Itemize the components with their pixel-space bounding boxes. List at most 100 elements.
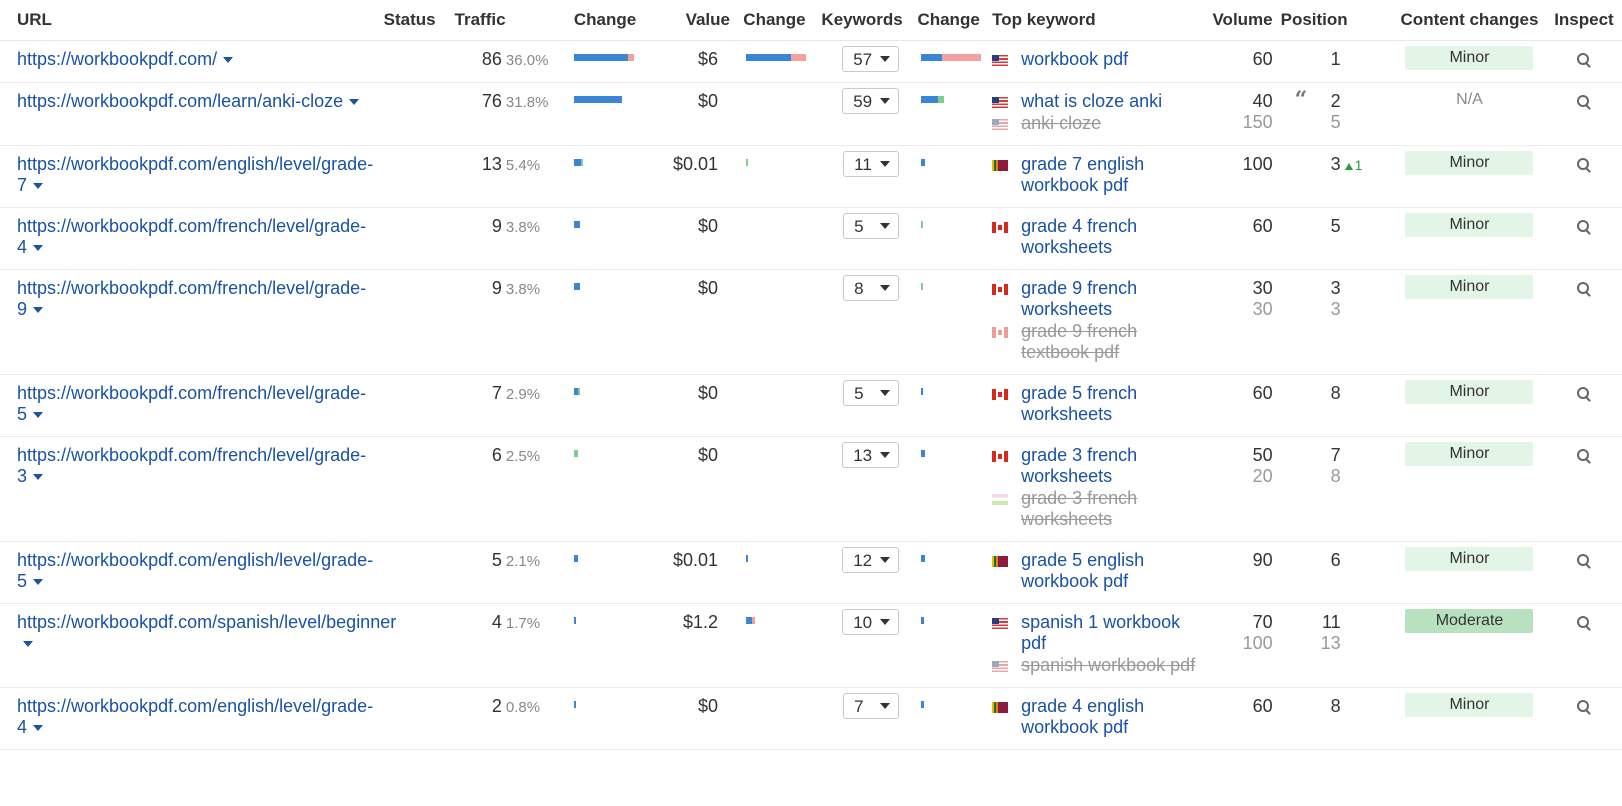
flag-us-icon xyxy=(992,55,1009,66)
search-icon[interactable] xyxy=(1576,53,1591,67)
page-url-link[interactable]: https://workbookpdf.com/french/level/gra… xyxy=(17,445,366,486)
keywords-change-bar-segment xyxy=(921,221,924,228)
content-change-badge[interactable]: Minor xyxy=(1405,213,1534,237)
value-change-cell xyxy=(733,603,815,688)
top-keyword-cell: grade 7 english workbook pdf xyxy=(988,145,1206,208)
column-header-keywords[interactable]: Keywords xyxy=(814,0,910,41)
url-dropdown-caret-icon[interactable] xyxy=(33,474,44,481)
top-keyword-link[interactable]: grade 3 french worksheets xyxy=(1021,488,1202,530)
inspect-cell xyxy=(1545,145,1622,208)
search-icon[interactable] xyxy=(1576,449,1591,463)
keywords-dropdown-button[interactable]: 57 xyxy=(842,46,900,72)
content-changes-cell: Minor xyxy=(1393,207,1546,270)
column-header-value[interactable]: Value xyxy=(658,0,734,41)
top-keyword-link[interactable]: workbook pdf xyxy=(1021,49,1128,70)
page-url-link[interactable]: https://workbookpdf.com/english/level/gr… xyxy=(17,696,373,737)
url-dropdown-caret-icon[interactable] xyxy=(33,579,44,586)
top-keyword-link[interactable]: grade 5 french worksheets xyxy=(1021,383,1202,425)
column-header-traffic[interactable]: Traffic xyxy=(450,0,562,41)
content-change-badge[interactable]: Minor xyxy=(1405,693,1534,717)
top-keyword-link[interactable]: grade 4 english workbook pdf xyxy=(1021,696,1202,738)
url-dropdown-caret-icon[interactable] xyxy=(349,99,360,106)
keyword-position-line: 6 xyxy=(1291,550,1389,571)
column-header-traffic-change[interactable]: Change xyxy=(561,0,659,41)
page-url-link[interactable]: https://workbookpdf.com/spanish/level/be… xyxy=(17,612,396,632)
url-dropdown-caret-icon[interactable] xyxy=(33,725,44,732)
url-dropdown-caret-icon[interactable] xyxy=(33,412,44,419)
column-header-top-keyword[interactable]: Top keyword xyxy=(988,0,1206,41)
top-keyword-link[interactable]: grade 5 english workbook pdf xyxy=(1021,550,1202,592)
search-icon[interactable] xyxy=(1576,387,1591,401)
column-header-keywords-change[interactable]: Change xyxy=(909,0,989,41)
url-dropdown-caret-icon[interactable] xyxy=(33,245,44,252)
column-header-position[interactable]: Position xyxy=(1276,0,1394,41)
url-dropdown-caret-icon[interactable] xyxy=(33,183,44,190)
search-icon[interactable] xyxy=(1576,220,1591,234)
keywords-dropdown-button[interactable]: 11 xyxy=(843,151,900,177)
top-keyword-link[interactable]: what is cloze anki xyxy=(1021,91,1162,112)
chevron-down-icon xyxy=(880,390,891,396)
keyword-position-line: 8 xyxy=(1291,466,1389,487)
content-change-badge[interactable]: Minor xyxy=(1405,380,1534,404)
keywords-dropdown-button[interactable]: 59 xyxy=(842,88,900,114)
inspect-cell xyxy=(1545,541,1622,604)
traffic-value: 9 xyxy=(491,216,502,236)
volume-cell: 60 xyxy=(1205,207,1277,270)
top-keyword-link[interactable]: spanish 1 workbook pdf xyxy=(1021,612,1202,654)
content-change-badge[interactable]: Minor xyxy=(1405,46,1534,70)
top-keyword-item: grade 9 french textbook pdf xyxy=(992,321,1202,363)
keywords-dropdown-button[interactable]: 12 xyxy=(842,547,900,573)
column-header-status[interactable]: Status xyxy=(379,0,451,41)
top-keyword-link[interactable]: anki cloze xyxy=(1021,113,1101,134)
page-url-link[interactable]: https://workbookpdf.com/french/level/gra… xyxy=(17,278,366,319)
content-change-badge[interactable]: Minor xyxy=(1405,442,1534,466)
page-url-link[interactable]: https://workbookpdf.com/learn/anki-cloze xyxy=(17,91,343,111)
traffic-percent: 31.8% xyxy=(505,94,549,111)
column-header-value-change[interactable]: Change xyxy=(733,0,815,41)
keyword-volume: 60 xyxy=(1252,696,1273,716)
page-url-link[interactable]: https://workbookpdf.com/ xyxy=(17,49,217,69)
keywords-change-cell xyxy=(909,145,989,208)
search-icon[interactable] xyxy=(1576,282,1591,296)
traffic-value: 5 xyxy=(491,550,502,570)
top-keyword-link[interactable]: grade 7 english workbook pdf xyxy=(1021,154,1202,196)
traffic-change-cell xyxy=(561,374,659,437)
column-header-url[interactable]: URL xyxy=(0,0,380,41)
search-icon[interactable] xyxy=(1576,616,1591,630)
traffic-cell: 76 31.8% xyxy=(450,82,562,146)
keywords-dropdown-button[interactable]: 5 xyxy=(843,213,900,239)
keywords-change-bar-segment xyxy=(942,54,982,61)
url-dropdown-caret-icon[interactable] xyxy=(33,307,44,314)
keywords-dropdown-button[interactable]: 8 xyxy=(843,275,900,301)
page-url-link[interactable]: https://workbookpdf.com/french/level/gra… xyxy=(17,216,366,257)
content-change-badge[interactable]: Minor xyxy=(1405,547,1534,571)
top-keyword-link[interactable]: grade 4 french worksheets xyxy=(1021,216,1202,258)
traffic-percent: 2.9% xyxy=(505,386,541,403)
position-cell: 31 xyxy=(1276,145,1394,208)
top-keyword-link[interactable]: grade 3 french worksheets xyxy=(1021,445,1202,487)
content-change-badge[interactable]: Moderate xyxy=(1405,609,1534,633)
content-change-badge: N/A xyxy=(1456,91,1483,108)
search-icon[interactable] xyxy=(1576,554,1591,568)
page-url-link[interactable]: https://workbookpdf.com/french/level/gra… xyxy=(17,383,366,424)
column-header-content-changes[interactable]: Content changes xyxy=(1393,0,1546,41)
keywords-dropdown-button[interactable]: 7 xyxy=(843,693,900,719)
top-keyword-link[interactable]: spanish workbook pdf xyxy=(1021,655,1195,676)
keywords-dropdown-button[interactable]: 10 xyxy=(842,609,900,635)
keyword-position-line: 3 xyxy=(1291,299,1389,320)
search-icon[interactable] xyxy=(1576,700,1591,714)
top-keyword-link[interactable]: grade 9 french worksheets xyxy=(1021,278,1202,320)
page-url-link[interactable]: https://workbookpdf.com/english/level/gr… xyxy=(17,154,373,195)
column-header-volume[interactable]: Volume xyxy=(1205,0,1277,41)
search-icon[interactable] xyxy=(1576,95,1591,109)
content-change-badge[interactable]: Minor xyxy=(1405,275,1534,299)
keywords-dropdown-button[interactable]: 5 xyxy=(843,380,900,406)
search-icon[interactable] xyxy=(1576,158,1591,172)
content-change-badge[interactable]: Minor xyxy=(1405,151,1534,175)
page-url-link[interactable]: https://workbookpdf.com/english/level/gr… xyxy=(17,550,373,591)
url-dropdown-caret-icon[interactable] xyxy=(223,57,234,64)
url-dropdown-caret-icon[interactable] xyxy=(23,641,33,648)
top-keyword-link[interactable]: grade 9 french textbook pdf xyxy=(1021,321,1202,363)
keywords-dropdown-button[interactable]: 13 xyxy=(842,442,900,468)
top-keyword-cell: grade 5 english workbook pdf xyxy=(988,541,1206,604)
